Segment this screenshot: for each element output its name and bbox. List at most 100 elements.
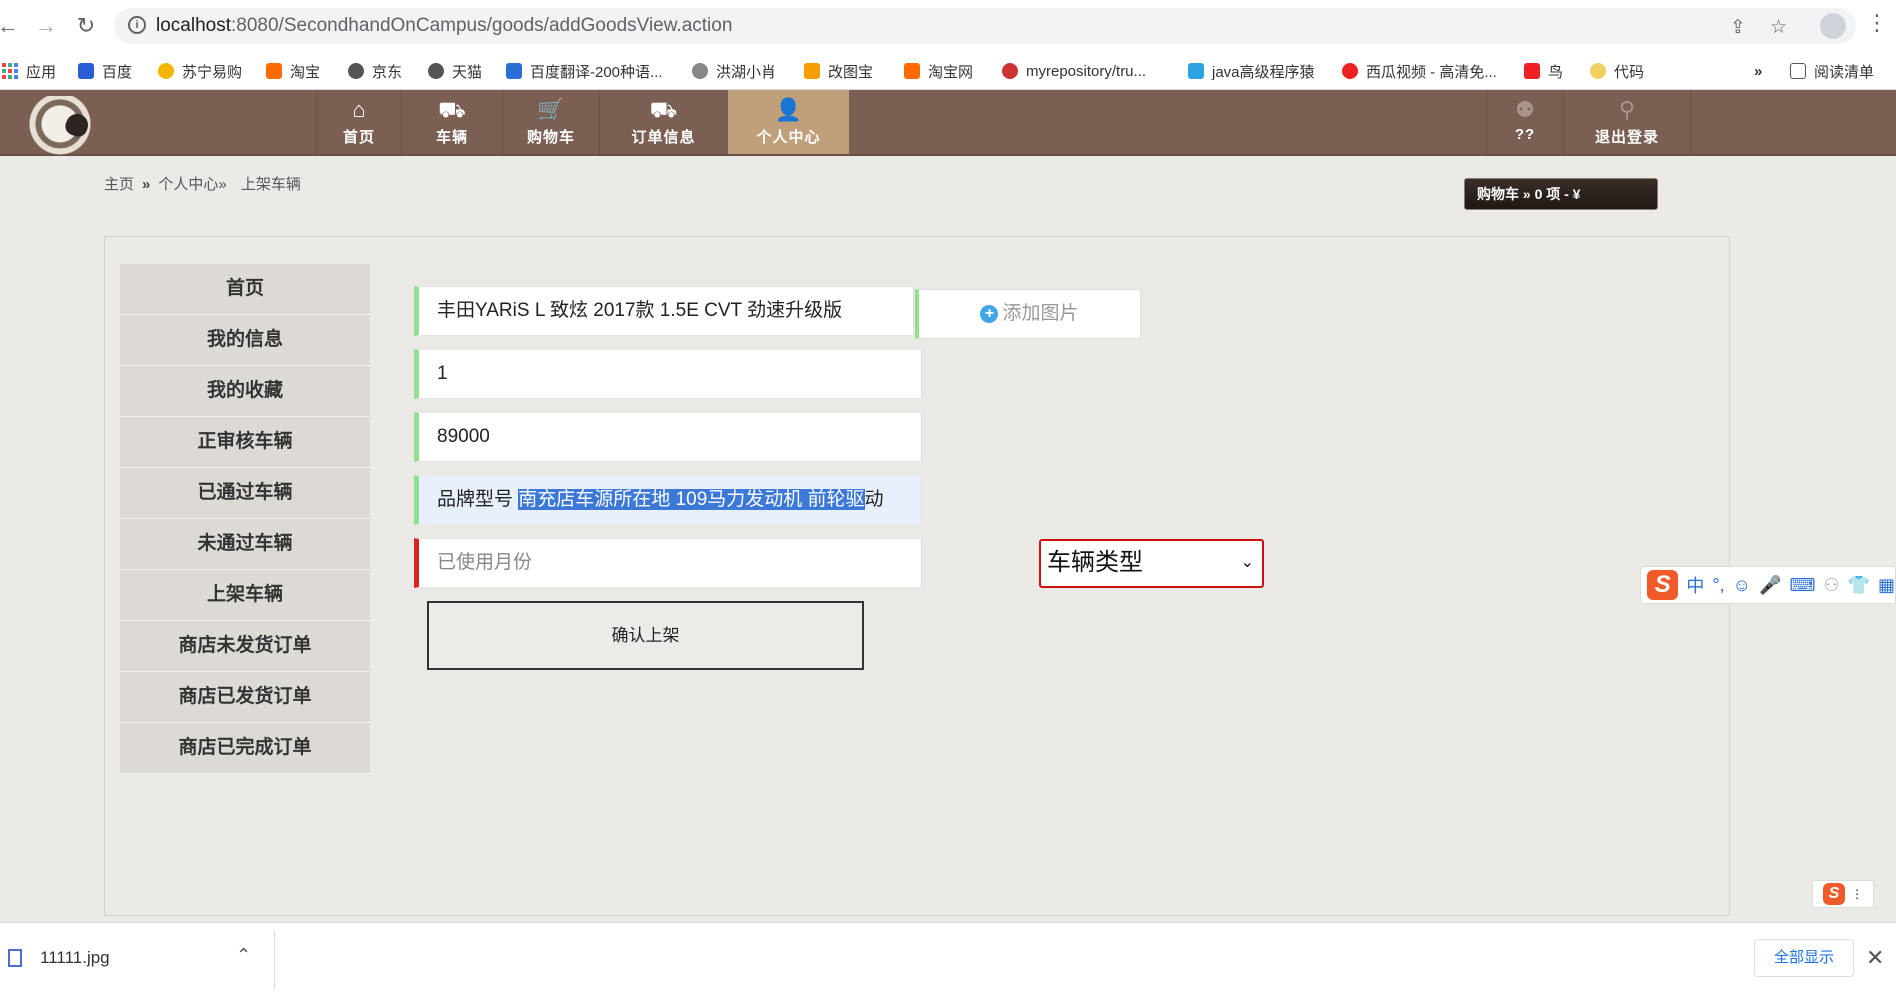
user-add-icon: 👤 xyxy=(774,97,803,122)
bookmark-label: 西瓜视频 - 高清免... xyxy=(1366,63,1497,81)
bookmark-xigua[interactable]: 西瓜视频 - 高清免... xyxy=(1342,61,1497,81)
download-item[interactable]: 11111.jpg xyxy=(8,948,110,968)
bookmark-taobaowang[interactable]: 淘宝网 xyxy=(904,61,973,81)
nav-logout[interactable]: ⚲ 退出登录 xyxy=(1564,90,1690,154)
share-icon[interactable]: ⇪ xyxy=(1730,16,1746,39)
menu-kebab-icon[interactable]: ⋮ xyxy=(1866,10,1888,36)
address-bar[interactable]: i localhost:8080/SecondhandOnCampus/good… xyxy=(114,8,1856,44)
bookmark-label: 苏宁易购 xyxy=(182,63,243,81)
sidebar-item-list-vehicle[interactable]: 上架车辆 xyxy=(120,570,370,621)
ime-toolbar: S 中 °, ☺ 🎤 ⌨ ⚇ 👕 ▦ xyxy=(1640,566,1896,604)
nav-home[interactable]: ⌂ 首页 xyxy=(317,90,401,154)
download-bar: 11111.jpg ⌃ 全部显示 ✕ xyxy=(0,922,1896,996)
reload-icon[interactable]: ↻ xyxy=(72,12,100,40)
microphone-icon[interactable]: 🎤 xyxy=(1759,575,1781,596)
sidebar-item-my-info[interactable]: 我的信息 xyxy=(120,315,370,366)
confirm-list-button[interactable]: 确认上架 xyxy=(427,601,864,670)
sidebar-item-favorites[interactable]: 我的收藏 xyxy=(120,366,370,417)
grid-menu-icon[interactable]: ▦ xyxy=(1878,575,1895,596)
bookmark-java[interactable]: java高级程序猿 xyxy=(1188,61,1315,81)
ime-mini-toolbar[interactable]: S ⋮ xyxy=(1812,880,1874,908)
bookmark-baidu[interactable]: 百度 xyxy=(78,61,132,81)
more-vertical-icon: ⋮ xyxy=(1851,887,1863,901)
url-host: localhost xyxy=(156,15,231,36)
punctuation-toggle[interactable]: °, xyxy=(1712,575,1724,596)
vehicle-type-select[interactable]: 车辆类型 ⌄ xyxy=(1039,539,1264,588)
pin-icon: ⚲ xyxy=(1618,97,1636,122)
sidebar-item-unshipped-orders[interactable]: 商店未发货订单 xyxy=(120,621,370,672)
quantity-input[interactable]: 1 xyxy=(414,349,922,399)
profile-avatar-icon[interactable] xyxy=(1820,13,1846,39)
bookmark-label: 应用 xyxy=(26,63,57,81)
breadcrumb: 主页 » 个人中心» 上架车辆 xyxy=(104,173,301,194)
sidebar-item-shipped-orders[interactable]: 商店已发货订单 xyxy=(120,672,370,723)
bookmark-honghu[interactable]: 洪湖小肖 xyxy=(692,61,776,81)
bookmark-gaitubao[interactable]: 改图宝 xyxy=(804,61,873,81)
site-info-icon[interactable]: i xyxy=(128,16,146,34)
url-text[interactable]: localhost:8080/SecondhandOnCampus/goods/… xyxy=(156,15,732,37)
nav-vehicles[interactable]: ⛟ 车辆 xyxy=(402,90,502,154)
sidebar-item-completed-orders[interactable]: 商店已完成订单 xyxy=(120,723,370,774)
taobao-icon xyxy=(266,63,282,79)
bookmark-suning[interactable]: 苏宁易购 xyxy=(158,61,242,81)
forward-icon[interactable]: → xyxy=(32,12,60,40)
reading-list[interactable]: 阅读清单 xyxy=(1790,61,1874,81)
reading-list-icon xyxy=(1790,63,1806,79)
chevron-up-icon[interactable]: ⌃ xyxy=(236,945,251,966)
close-icon[interactable]: ✕ xyxy=(1866,945,1884,971)
description-text: 品牌型号 xyxy=(437,489,519,510)
star-icon[interactable]: ☆ xyxy=(1770,16,1787,39)
keyboard-icon[interactable]: ⌨ xyxy=(1789,575,1815,596)
bookmark-jd[interactable]: 京东 xyxy=(348,61,402,81)
nav-cart[interactable]: 🛒 购物车 xyxy=(503,90,599,154)
nav-orders[interactable]: ⛟ 订单信息 xyxy=(600,90,727,154)
show-all-button[interactable]: 全部显示 xyxy=(1754,939,1854,977)
bookmark-label: 百度翻译-200种语... xyxy=(530,63,663,81)
group-icon: ⚉ xyxy=(1515,97,1535,122)
back-icon[interactable]: ← xyxy=(0,12,22,40)
nav-unknown[interactable]: ⚉ ?? xyxy=(1487,90,1563,154)
download-divider xyxy=(274,931,275,989)
chrome-icon xyxy=(1002,63,1018,79)
emoji-icon[interactable]: ☺ xyxy=(1733,575,1751,596)
breadcrumb-home[interactable]: 主页 xyxy=(104,176,134,193)
bookmark-label: myrepository/tru... xyxy=(1026,62,1147,80)
sidebar-item-home[interactable]: 首页 xyxy=(120,264,370,315)
sogou-logo-icon[interactable]: S xyxy=(1647,570,1679,600)
vehicle-type-selected: 车辆类型 xyxy=(1047,549,1143,576)
skin-icon[interactable]: 👕 xyxy=(1848,575,1870,596)
bookmark-label: 代码 xyxy=(1614,63,1645,81)
apps-grid-icon xyxy=(2,63,18,79)
bookmark-taobao[interactable]: 淘宝 xyxy=(266,61,320,81)
ime-mode-toggle[interactable]: 中 xyxy=(1686,572,1704,598)
sidebar-item-pending-review[interactable]: 正审核车辆 xyxy=(120,417,370,468)
bookmark-code[interactable]: 代码 xyxy=(1590,61,1644,81)
bookmark-fanyi[interactable]: 百度翻译-200种语... xyxy=(506,61,663,81)
vehicle-name-input[interactable]: 丰田YARiS L 致炫 2017款 1.5E CVT 劲速升级版 xyxy=(414,286,914,336)
description-text-tail: 动 xyxy=(864,489,884,510)
add-image-button[interactable]: + 添加图片 xyxy=(915,289,1141,339)
more-bookmarks-icon[interactable]: » xyxy=(1754,61,1762,81)
cart-summary-button[interactable]: 购物车 » 0 项 - ¥ xyxy=(1464,178,1658,210)
sidebar-item-rejected[interactable]: 未通过车辆 xyxy=(120,519,370,570)
bookmark-label: 百度 xyxy=(102,63,133,81)
used-months-input[interactable]: 已使用月份 xyxy=(414,538,922,588)
price-input[interactable]: 89000 xyxy=(414,412,922,462)
description-input[interactable]: 品牌型号 南充店车源所在地 109马力发动机 前轮驱动 xyxy=(414,475,922,525)
bookmark-myrepository[interactable]: myrepository/tru... xyxy=(1002,61,1146,81)
site-logo[interactable] xyxy=(28,96,108,158)
browser-toolbar: ← → ↻ i localhost:8080/SecondhandOnCampu… xyxy=(0,0,1896,52)
user-icon[interactable]: ⚇ xyxy=(1823,575,1839,596)
bookmark-label: 天猫 xyxy=(452,63,483,81)
bookmark-tmall[interactable]: 天猫 xyxy=(428,61,482,81)
nav-label: 车辆 xyxy=(435,129,468,146)
globe-icon xyxy=(428,63,444,79)
bookmark-apps[interactable]: 应用 xyxy=(2,61,56,81)
truck-icon: ⛟ xyxy=(649,97,678,122)
paw-icon xyxy=(78,63,94,79)
nav-label: 个人中心 xyxy=(756,129,821,146)
sidebar-item-approved[interactable]: 已通过车辆 xyxy=(120,468,370,519)
breadcrumb-personal-center[interactable]: 个人中心» xyxy=(158,176,226,193)
bookmark-bird[interactable]: 鸟 xyxy=(1524,61,1563,81)
nav-personal-center[interactable]: 👤 个人中心 xyxy=(728,90,849,154)
